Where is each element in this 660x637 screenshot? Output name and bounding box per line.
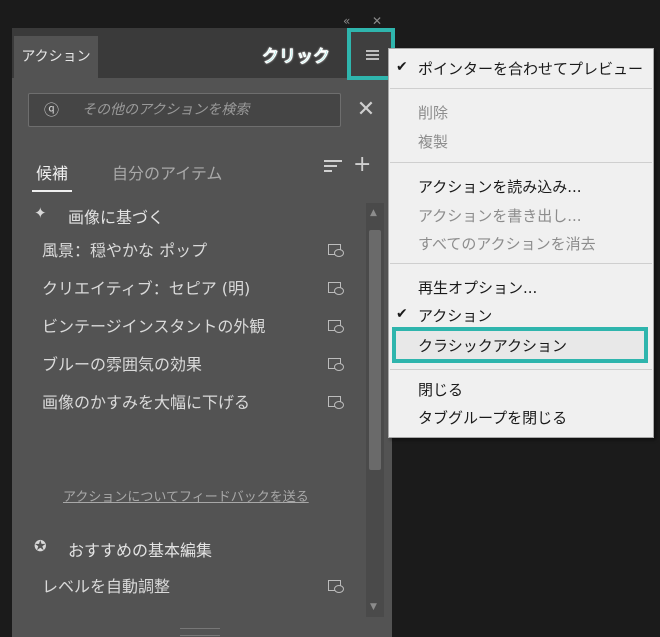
section-title-recommended: おすすめの基本編集 bbox=[68, 541, 213, 560]
feedback-link[interactable]: アクションについてフィードバックを送る bbox=[63, 486, 309, 505]
menu-item-close-tab-group[interactable]: タブグループを閉じる bbox=[418, 407, 567, 428]
hamburger-icon bbox=[366, 50, 379, 60]
menu-separator bbox=[390, 369, 652, 370]
menu-item-playback-options[interactable]: 再生オプション... bbox=[418, 277, 537, 298]
action-item[interactable]: 画像のかすみを大幅に下げる bbox=[42, 388, 362, 418]
preview-icon[interactable] bbox=[328, 396, 344, 410]
search-icon: ⓠ bbox=[44, 101, 60, 119]
tab-actions[interactable]: アクション bbox=[14, 36, 98, 78]
close-panel-icon[interactable]: ✕ bbox=[372, 14, 386, 28]
tab-suggestions[interactable]: 候補 bbox=[31, 160, 73, 192]
sparkle-icon: ✦ bbox=[34, 204, 47, 222]
section-title-image-based: 画像に基づく bbox=[68, 208, 165, 227]
preview-icon[interactable] bbox=[328, 580, 344, 594]
menu-item-load-actions[interactable]: アクションを読み込み... bbox=[418, 176, 582, 197]
menu-item-clear-all-actions[interactable]: すべてのアクションを消去 bbox=[418, 233, 596, 254]
search-input[interactable] bbox=[82, 99, 332, 121]
preview-icon[interactable] bbox=[328, 244, 344, 258]
tab-my-items[interactable]: 自分のアイテム bbox=[112, 160, 222, 184]
menu-item-actions[interactable]: アクション bbox=[418, 305, 492, 326]
sort-icon[interactable] bbox=[324, 160, 342, 174]
preview-icon[interactable] bbox=[328, 320, 344, 334]
action-item[interactable]: ブルーの雰囲気の効果 bbox=[42, 350, 362, 380]
resize-grip[interactable] bbox=[180, 628, 220, 636]
action-item[interactable]: 風景：穏やかな ポップ bbox=[42, 236, 362, 266]
menu-separator bbox=[390, 88, 652, 89]
preview-icon[interactable] bbox=[328, 358, 344, 372]
action-label: クリエイティブ：セピア (明) bbox=[42, 279, 251, 298]
action-label: 画像のかすみを大幅に下げる bbox=[42, 393, 251, 412]
badge-icon: ✪ bbox=[34, 537, 47, 555]
action-item[interactable]: レベルを自動調整 bbox=[42, 572, 362, 602]
scrollbar-thumb[interactable] bbox=[369, 230, 381, 470]
menu-item-classic-actions[interactable]: クラシックアクション bbox=[418, 335, 567, 356]
click-callout: クリック bbox=[262, 47, 331, 68]
action-item[interactable]: クリエイティブ：セピア (明) bbox=[42, 274, 362, 304]
action-label: レベルを自動調整 bbox=[42, 577, 171, 596]
menu-item-duplicate[interactable]: 複製 bbox=[418, 131, 448, 152]
scroll-down-icon[interactable]: ▼ bbox=[370, 602, 380, 612]
collapse-panel-icon[interactable]: « bbox=[343, 14, 365, 28]
menu-item-delete[interactable]: 削除 bbox=[418, 102, 448, 123]
scroll-up-icon[interactable]: ▲ bbox=[370, 208, 380, 218]
action-item[interactable]: ビンテージインスタントの外観 bbox=[42, 312, 362, 342]
menu-separator bbox=[390, 263, 652, 264]
menu-item-export-actions[interactable]: アクションを書き出し... bbox=[418, 205, 582, 226]
action-label: ブルーの雰囲気の効果 bbox=[42, 355, 203, 374]
clear-search-icon[interactable]: ✕ bbox=[353, 97, 379, 123]
menu-separator bbox=[390, 162, 652, 163]
menu-item-hover-preview[interactable]: ポインターを合わせてプレビュー bbox=[418, 58, 643, 79]
checkmark-icon: ✔ bbox=[396, 59, 408, 75]
action-label: 風景：穏やかな ポップ bbox=[42, 241, 208, 260]
add-icon[interactable]: + bbox=[353, 154, 375, 176]
checkmark-icon: ✔ bbox=[396, 306, 408, 322]
menu-item-close[interactable]: 閉じる bbox=[418, 379, 463, 400]
window-top-strip bbox=[0, 0, 660, 20]
action-label: ビンテージインスタントの外観 bbox=[42, 317, 266, 336]
preview-icon[interactable] bbox=[328, 282, 344, 296]
